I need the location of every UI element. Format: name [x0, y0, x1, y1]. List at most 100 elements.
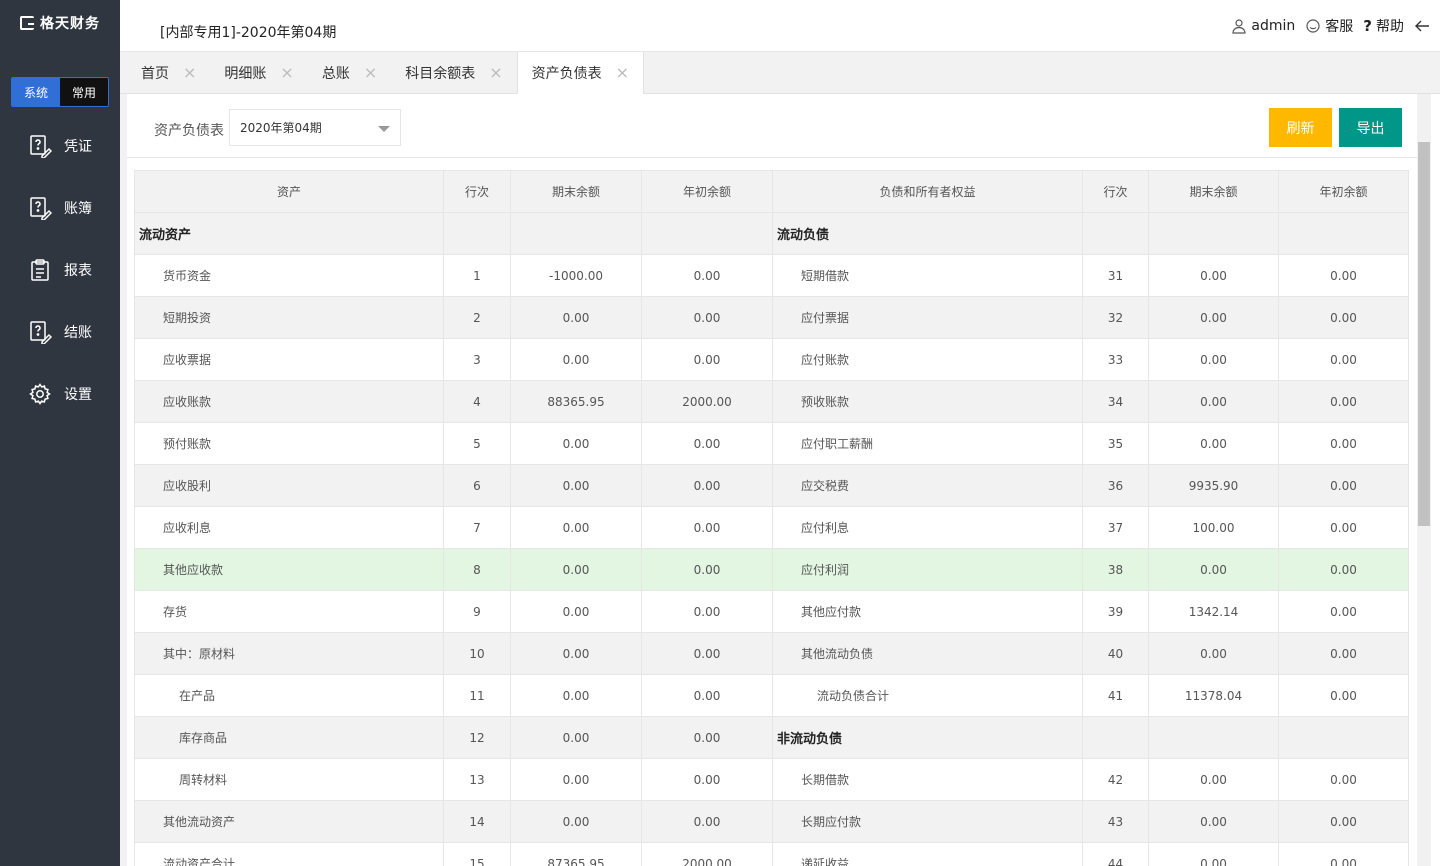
amount-cell: 0.00 [510, 590, 642, 633]
row-label-cell: 周转材料 [134, 758, 444, 801]
sidebar-item-settings[interactable]: 设置 [0, 363, 120, 425]
sidebar-item-closing[interactable]: 结账 [0, 301, 120, 363]
row-label-cell: 存货 [134, 590, 444, 633]
row-number-cell: 36 [1082, 464, 1149, 507]
amount-cell: 2000.00 [641, 842, 773, 866]
row-label-cell: 应付职工薪酬 [772, 422, 1083, 465]
table-row[interactable]: 库存商品 12 0.00 0.00 非流动负债 [134, 716, 1409, 759]
close-icon[interactable]: × [280, 65, 293, 81]
row-label-cell: 其他应付款 [772, 590, 1083, 633]
amount-cell: 0.00 [641, 758, 773, 801]
amount-cell: 0.00 [1278, 758, 1409, 801]
customer-service-link[interactable]: 客服 [1305, 16, 1353, 36]
customer-service-label: 客服 [1325, 19, 1354, 35]
close-icon[interactable]: × [616, 65, 629, 81]
refresh-button[interactable]: 刷新 [1269, 108, 1332, 147]
row-number-cell: 11 [443, 674, 511, 717]
row-number-cell: 37 [1082, 506, 1149, 549]
row-label-cell: 流动资产合计 [134, 842, 444, 866]
table-row[interactable]: 流动资产合计 15 87365.95 2000.00 递延收益 44 0.00 0.00 [134, 842, 1409, 866]
tab-label: 科目余额表 [405, 66, 476, 82]
row-number-cell: 34 [1082, 380, 1149, 423]
amount-cell: 0.00 [641, 338, 773, 381]
table-row[interactable]: 应收账款 4 88365.95 2000.00 预收账款 34 0.00 0.00 [134, 380, 1409, 423]
column-header: 期末余额 [1148, 170, 1279, 213]
sidebar-item-label: 报表 [64, 263, 92, 279]
amount-cell: 0.00 [1278, 338, 1409, 381]
amount-cell: 0.00 [641, 254, 773, 297]
table-row[interactable]: 应收利息 7 0.00 0.00 应付利息 37 100.00 0.00 [134, 506, 1409, 549]
top-header: [内部专用1]-2020年第04期 admin 客服 ? 帮助 [120, 0, 1440, 52]
amount-cell: 0.00 [1148, 632, 1279, 675]
amount-cell [510, 212, 642, 255]
mode-common-button[interactable]: 常用 [60, 78, 108, 106]
sidebar-item-voucher[interactable]: 凭证 [0, 115, 120, 177]
close-icon[interactable]: × [364, 65, 377, 81]
row-number-cell: 1 [443, 254, 511, 297]
vertical-scrollbar[interactable] [1417, 94, 1431, 866]
close-icon[interactable]: × [183, 65, 196, 81]
mode-system-button[interactable]: 系统 [12, 78, 60, 106]
sidebar-item-label: 凭证 [64, 139, 92, 155]
table-body: 流动资产 流动负债 货币资金 1 -1000.00 0.00 短期借款 31 0.00 0.00 短… [134, 212, 1409, 866]
tab-balance-sheet[interactable]: 资产负债表 × [516, 52, 645, 94]
help-link[interactable]: ? 帮助 [1363, 16, 1404, 36]
amount-cell: 0.00 [641, 800, 773, 843]
table-row[interactable]: 短期投资 2 0.00 0.00 应付票据 32 0.00 0.00 [134, 296, 1409, 339]
amount-cell: 0.00 [510, 296, 642, 339]
scrollbar-thumb[interactable] [1418, 142, 1430, 526]
amount-cell: 0.00 [510, 506, 642, 549]
row-label-cell: 在产品 [134, 674, 444, 717]
table-row[interactable]: 其他应收款 8 0.00 0.00 应付利润 38 0.00 0.00 [134, 548, 1409, 591]
row-label-cell: 预付账款 [134, 422, 444, 465]
sidebar-item-report[interactable]: 报表 [0, 239, 120, 301]
sidebar-item-label: 账簿 [64, 201, 92, 217]
logout-button[interactable] [1414, 18, 1430, 34]
table-row[interactable]: 在产品 11 0.00 0.00 流动负债合计 41 11378.04 0.00 [134, 674, 1409, 717]
user-icon [1232, 19, 1247, 34]
ledger-icon [30, 197, 52, 220]
app-logo[interactable]: 格天财务 [0, 0, 120, 46]
arrow-left-icon [1415, 20, 1429, 32]
sidebar-item-ledger[interactable]: 账簿 [0, 177, 120, 239]
tab-home[interactable]: 首页 × [127, 52, 210, 94]
amount-cell: 0.00 [1278, 632, 1409, 675]
page-title: [内部专用1]-2020年第04期 [160, 25, 337, 41]
close-icon[interactable]: × [489, 65, 502, 81]
table-row[interactable]: 应收股利 6 0.00 0.00 应交税费 36 9935.90 0.00 [134, 464, 1409, 507]
user-menu[interactable]: admin [1231, 18, 1295, 34]
amount-cell [1148, 716, 1279, 759]
table-row[interactable]: 存货 9 0.00 0.00 其他应付款 39 1342.14 0.00 [134, 590, 1409, 633]
row-number-cell [1082, 212, 1149, 255]
row-number-cell: 31 [1082, 254, 1149, 297]
amount-cell: 2000.00 [641, 380, 773, 423]
row-label-cell: 短期借款 [772, 254, 1083, 297]
amount-cell: 0.00 [1148, 800, 1279, 843]
amount-cell: 0.00 [1278, 590, 1409, 633]
table-row[interactable]: 其他流动资产 14 0.00 0.00 长期应付款 43 0.00 0.00 [134, 800, 1409, 843]
amount-cell: 0.00 [1148, 758, 1279, 801]
export-button[interactable]: 导出 [1339, 108, 1402, 147]
table-row[interactable]: 货币资金 1 -1000.00 0.00 短期借款 31 0.00 0.00 [134, 254, 1409, 297]
amount-cell: 11378.04 [1148, 674, 1279, 717]
tab-account-balance[interactable]: 科目余额表 × [391, 52, 516, 94]
amount-cell: 0.00 [641, 674, 773, 717]
row-label-cell: 库存商品 [134, 716, 444, 759]
tab-detail-ledger[interactable]: 明细账 × [210, 52, 307, 94]
period-select[interactable]: 2020年第04期 [229, 109, 401, 146]
amount-cell: 0.00 [1148, 842, 1279, 866]
table-row[interactable]: 周转材料 13 0.00 0.00 长期借款 42 0.00 0.00 [134, 758, 1409, 801]
amount-cell: 0.00 [641, 464, 773, 507]
amount-cell: 0.00 [1278, 464, 1409, 507]
table-row[interactable]: 其中：原材料 10 0.00 0.00 其他流动负债 40 0.00 0.00 [134, 632, 1409, 675]
tab-label: 明细账 [224, 66, 267, 82]
table-row[interactable]: 流动资产 流动负债 [134, 212, 1409, 255]
table-row[interactable]: 预付账款 5 0.00 0.00 应付职工薪酬 35 0.00 0.00 [134, 422, 1409, 465]
table-row[interactable]: 应收票据 3 0.00 0.00 应付账款 33 0.00 0.00 [134, 338, 1409, 381]
amount-cell: 0.00 [1278, 842, 1409, 866]
row-label-cell: 应收票据 [134, 338, 444, 381]
amount-cell: 0.00 [1278, 506, 1409, 549]
tab-general-ledger[interactable]: 总账 × [308, 52, 391, 94]
amount-cell: 0.00 [1278, 380, 1409, 423]
row-label-cell: 预收账款 [772, 380, 1083, 423]
